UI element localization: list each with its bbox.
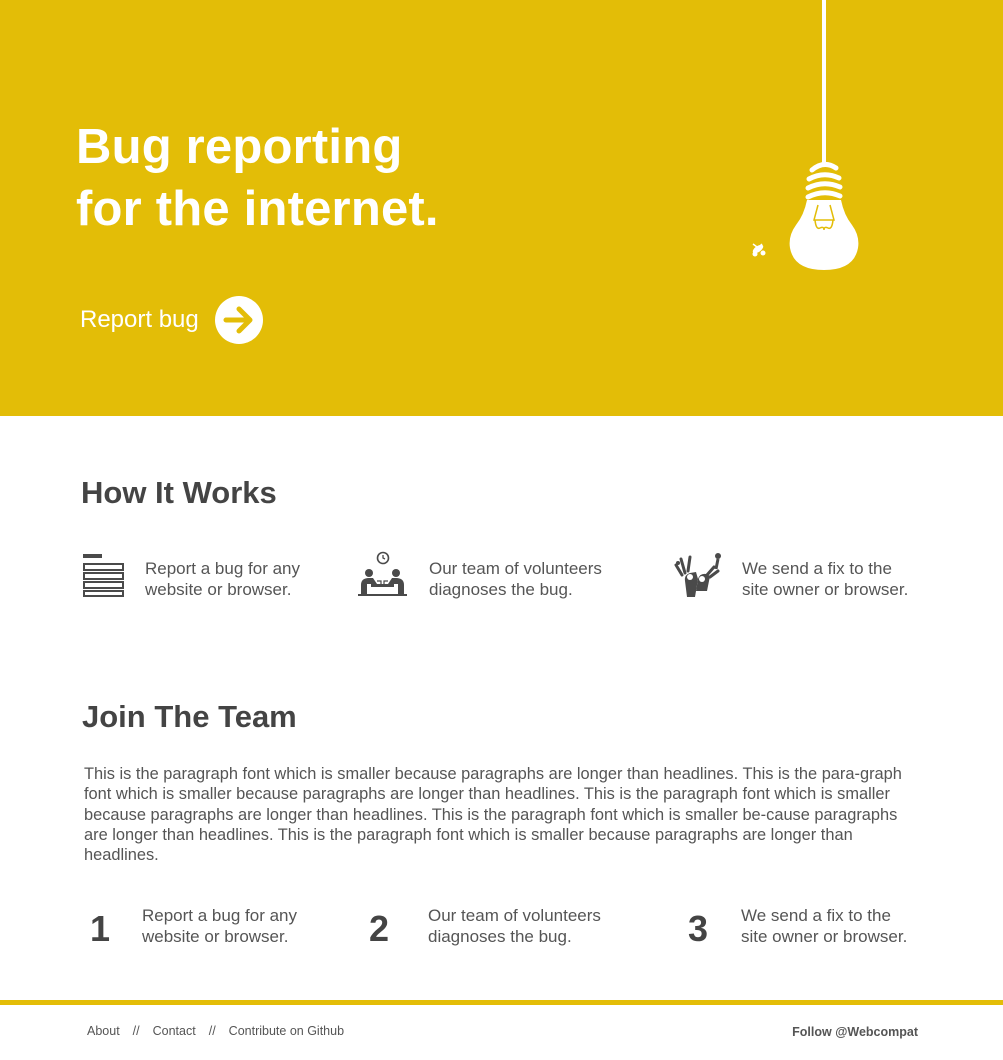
step-number-2: 2 — [369, 908, 390, 949]
footer-link-github[interactable]: Contribute on Github — [229, 1024, 344, 1038]
join-step-2-line-2: diagnoses the bug. — [428, 927, 572, 946]
hero-banner: Bug reporting for the internet. Report b… — [0, 0, 1003, 416]
how-step-3-line-2: site owner or browser. — [742, 580, 909, 599]
join-step-2-line-1: Our team of volunteers — [428, 906, 601, 925]
join-step-3: 3 We send a fix to the site owner or bro… — [688, 905, 931, 949]
hero-title-line-2: for the internet. — [76, 182, 439, 236]
join-step-2-text: Our team of volunteers diagnoses the bug… — [428, 905, 618, 947]
report-bug-button[interactable]: Report bug — [80, 295, 263, 345]
footer-divider — [0, 1000, 1003, 1005]
join-step-1-line-2: website or browser. — [142, 927, 289, 946]
how-step-2: Our team of volunteers diagnoses the bug… — [357, 551, 619, 600]
join-step-3-text: We send a fix to the site owner or brows… — [741, 905, 931, 947]
join-step-1-line-1: Report a bug for any — [142, 906, 297, 925]
join-step-3-line-2: site owner or browser. — [741, 927, 908, 946]
how-step-3-text: We send a fix to the site owner or brows… — [742, 558, 932, 600]
join-step-1-text: Report a bug for any website or browser. — [142, 905, 332, 947]
celebration-icon — [674, 553, 721, 597]
how-step-1: Report a bug for any website or browser. — [83, 551, 335, 600]
how-step-2-line-2: diagnoses the bug. — [429, 580, 573, 599]
step-number-1: 1 — [90, 908, 111, 949]
footer-link-contact[interactable]: Contact — [153, 1024, 196, 1038]
footer-link-about[interactable]: About — [87, 1024, 120, 1038]
footer-nav: About // Contact // Contribute on Github — [87, 1024, 344, 1038]
how-it-works-title: How It Works — [81, 475, 277, 510]
how-step-2-line-1: Our team of volunteers — [429, 559, 602, 578]
report-list-icon — [83, 554, 124, 597]
join-step-3-line-1: We send a fix to the — [741, 906, 891, 925]
lightbulb-icon — [752, 0, 859, 270]
how-step-1-text: Report a bug for any website or browser. — [145, 558, 335, 600]
footer-separator: // — [132, 1024, 140, 1038]
join-step-2: 2 Our team of volunteers diagnoses the b… — [369, 905, 618, 949]
join-step-1: 1 Report a bug for any website or browse… — [90, 905, 332, 949]
join-team-paragraph: This is the paragraph font which is smal… — [84, 765, 902, 865]
join-the-team-title: Join The Team — [82, 699, 297, 734]
how-step-3-line-1: We send a fix to the — [742, 559, 892, 578]
hero-title: Bug reporting for the internet. — [76, 116, 439, 240]
hero-title-line-1: Bug reporting — [76, 120, 403, 174]
follow-webcompat-link[interactable]: Follow @Webcompat — [792, 1025, 918, 1039]
how-step-1-line-2: website or browser. — [145, 580, 292, 599]
how-step-1-line-1: Report a bug for any — [145, 559, 300, 578]
report-bug-label: Report bug — [80, 306, 199, 333]
how-step-3: We send a fix to the site owner or brows… — [674, 551, 932, 600]
arrow-right-icon — [214, 296, 263, 344]
volunteers-icon — [358, 551, 407, 596]
footer-separator: // — [208, 1024, 216, 1038]
step-number-3: 3 — [688, 908, 709, 949]
how-step-2-text: Our team of volunteers diagnoses the bug… — [429, 558, 619, 600]
